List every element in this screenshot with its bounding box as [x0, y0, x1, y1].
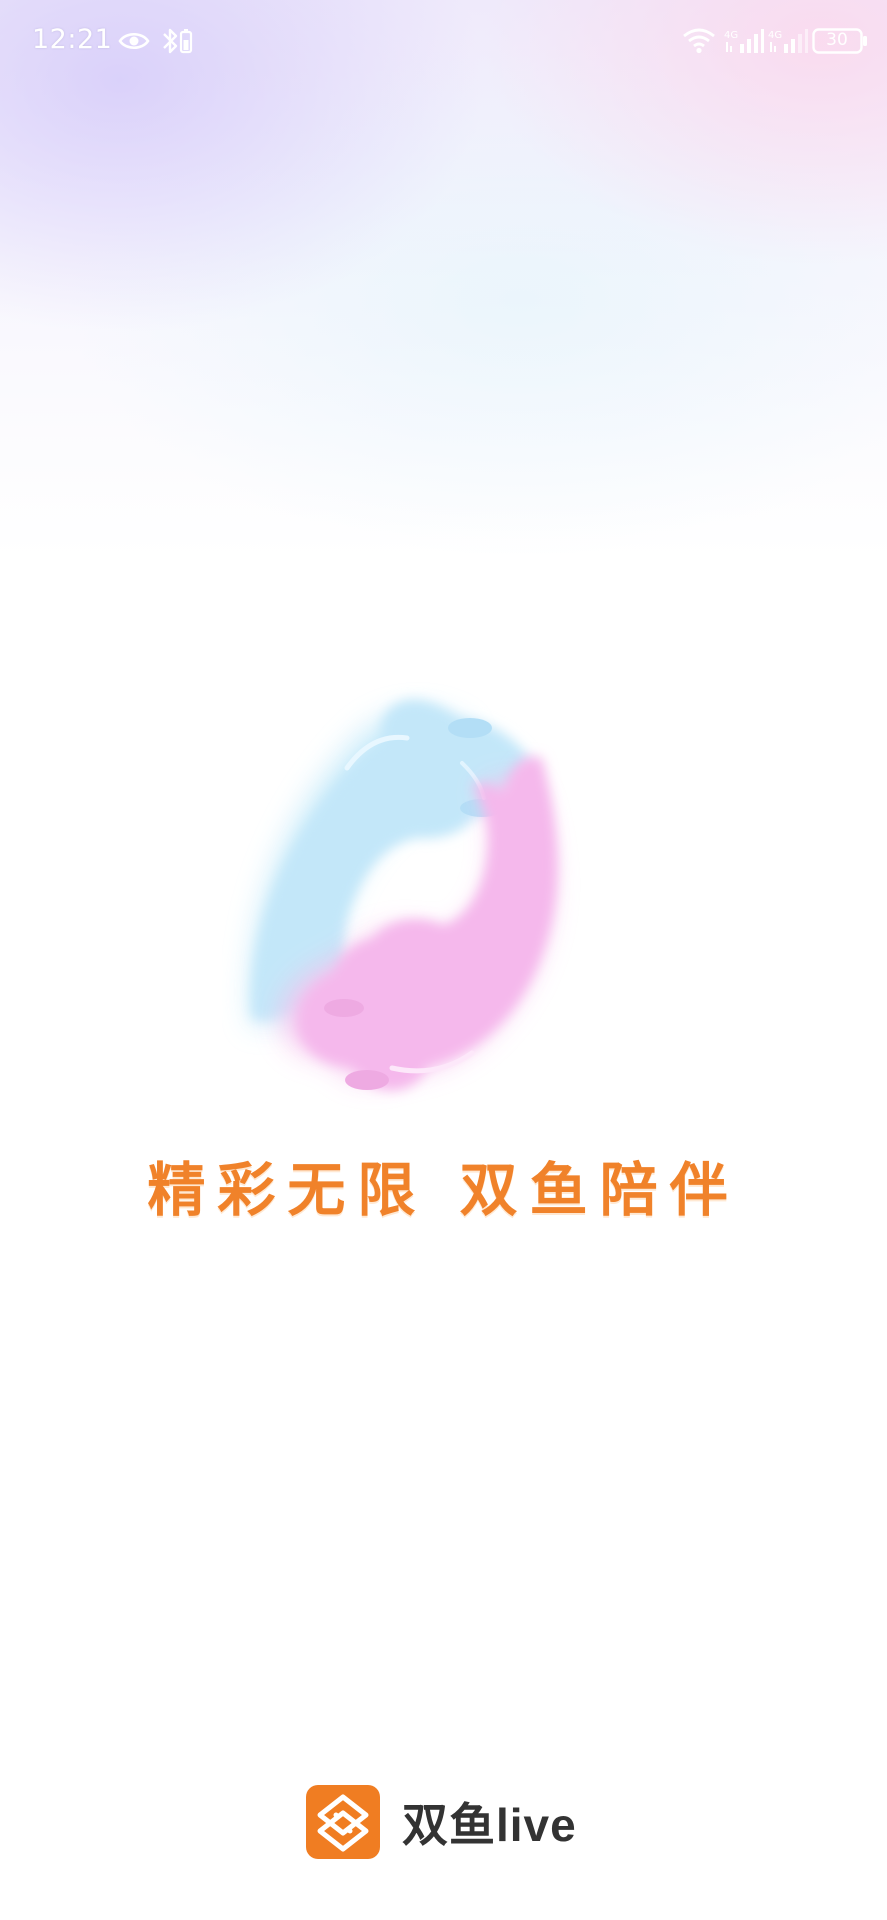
app-name: 双鱼live	[402, 1799, 577, 1851]
svg-text:4G: 4G	[768, 30, 782, 41]
signal-icon: 4G	[768, 29, 808, 53]
app-logo-icon	[306, 1785, 380, 1859]
status-time: 12:21	[32, 24, 113, 55]
svg-text:4G: 4G	[724, 30, 738, 41]
wifi-icon	[683, 28, 715, 54]
eye-icon	[118, 32, 150, 50]
brand-footer: 双鱼live	[306, 1784, 577, 1860]
battery-level: 30	[826, 30, 848, 50]
signal-icon: 4G	[724, 29, 764, 53]
splash-slogan: 精彩无限 双鱼陪伴	[147, 1156, 740, 1224]
bluetooth-icon	[163, 28, 193, 54]
twin-fish-logo	[250, 699, 557, 1090]
status-bar: 12:21 4G 4G 30	[0, 0, 887, 84]
